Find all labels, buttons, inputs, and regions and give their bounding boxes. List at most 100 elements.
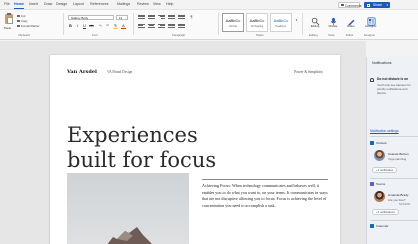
line-spacing-icon[interactable] (178, 24, 185, 28)
style-name: Normal (229, 25, 237, 28)
style-sample: AaBbCc (273, 18, 289, 23)
do-not-disturb-title: Do not disturb is on (377, 77, 409, 81)
font-color-button[interactable]: A (121, 23, 126, 29)
document-page[interactable]: Van Arsdel VA Brand Design Power & Simpl… (50, 55, 340, 244)
style-sample: AaBbCc (225, 18, 241, 23)
group-divider (218, 13, 219, 35)
strikethrough-button[interactable]: ab (89, 23, 94, 28)
paste-label: Paste (4, 26, 12, 30)
tab-review[interactable]: Review (137, 2, 149, 7)
show-formatting-marks-button[interactable]: ¶ (189, 14, 194, 19)
tab-design[interactable]: Design (56, 2, 67, 7)
clipboard-sheet (7, 17, 13, 24)
tab-help[interactable]: Help (166, 2, 173, 7)
group-label-designer: Designer (364, 33, 376, 37)
italic-button[interactable]: I (75, 23, 80, 28)
share-icon (367, 3, 370, 7)
copy-button[interactable]: Copy (17, 19, 28, 23)
body-divider (202, 179, 328, 180)
share-button[interactable]: Share ▾ (364, 2, 390, 8)
style-normal[interactable]: AaBbCc Normal (222, 13, 244, 32)
group-label-font: Font (92, 33, 98, 37)
app-name: Outlook (376, 141, 387, 145)
page-tagline: Power & Simplicity (294, 70, 323, 74)
notification-settings-link[interactable]: Notification settings (370, 129, 399, 133)
bullets-icon[interactable] (138, 15, 145, 19)
tab-view[interactable]: View (153, 2, 161, 7)
chevron-down-icon[interactable]: ▾ (386, 2, 388, 8)
paste-button[interactable] (4, 13, 14, 25)
tab-draw[interactable]: Draw (44, 2, 52, 7)
highlight-color-button[interactable]: ✎ (113, 23, 118, 29)
tab-references[interactable]: References (90, 2, 108, 7)
headline-line-1: Experiences (67, 123, 198, 147)
teams-icon (370, 182, 374, 186)
more-notifications-pill[interactable]: +1 notification (372, 167, 398, 173)
microphone-icon (329, 13, 338, 26)
justify-icon[interactable] (168, 24, 175, 28)
tab-layout[interactable]: Layout (73, 2, 84, 7)
avatar (374, 191, 385, 202)
more-notifications-pill[interactable]: +2 notifications (372, 209, 399, 215)
font-name-dropdown[interactable]: Gallery Body (68, 15, 114, 20)
numbering-icon[interactable] (148, 15, 155, 19)
page-headline: Experiences built for focus (67, 123, 216, 173)
cover-photo[interactable] (67, 173, 189, 244)
style-no-spacing[interactable]: AaBbCc No Spacing (246, 13, 268, 32)
app-name: Teams (376, 182, 386, 186)
style-name: Heading 1 (275, 25, 287, 28)
decrease-indent-icon[interactable] (168, 15, 175, 19)
comments-button[interactable]: Comments (338, 2, 362, 8)
editor-button[interactable]: Editor (342, 13, 360, 28)
message-preview: Are you free? (388, 198, 406, 202)
panel-title: Notifications (372, 61, 392, 65)
increase-indent-icon[interactable] (178, 15, 185, 19)
subscript-button[interactable]: x₂ (98, 23, 103, 28)
app-header-calendar[interactable]: Calendar (370, 224, 389, 228)
superscript-button[interactable]: x² (105, 23, 110, 28)
format-painter-button[interactable]: Format Painter (17, 24, 40, 28)
magnifier-icon (311, 13, 320, 26)
format-painter-label: Format Painter (21, 24, 40, 28)
bell-icon (370, 78, 374, 82)
group-label-paragraph: Paragraph (172, 33, 186, 37)
copy-icon (17, 19, 20, 22)
body-paragraph[interactable]: Achieving Focus: When technology communi… (202, 183, 328, 209)
align-right-icon[interactable] (158, 24, 165, 28)
underline-button[interactable]: U (82, 23, 87, 28)
align-left-icon[interactable] (138, 24, 145, 28)
app-name: Calendar (376, 224, 389, 228)
style-heading-1[interactable]: AaBbCc Heading 1 (270, 13, 292, 32)
notifications-panel: Notifications Do not disturb is on You'l… (366, 57, 418, 244)
comments-label: Comments (345, 4, 362, 8)
designer-button[interactable]: Designer (362, 13, 380, 28)
brush-icon (17, 24, 20, 27)
style-sample: AaBbCc (249, 18, 265, 23)
group-label-editing: Editing (309, 33, 318, 37)
tab-home[interactable]: Home (14, 2, 24, 9)
multilevel-list-icon[interactable] (158, 15, 165, 19)
cut-button[interactable]: Cut (17, 14, 25, 18)
group-divider (302, 13, 303, 35)
section-divider (370, 178, 418, 179)
align-center-icon[interactable] (148, 24, 155, 28)
bold-button[interactable]: B (68, 23, 73, 28)
editor-pen-icon (347, 13, 356, 26)
calendar-icon (370, 224, 374, 228)
tab-mailings[interactable]: Mailings (117, 2, 130, 7)
tab-insert[interactable]: Insert (29, 2, 38, 7)
dictate-button[interactable]: Dictate (324, 13, 342, 28)
share-label: Share (373, 3, 383, 7)
avatar (374, 150, 385, 161)
page-subtitle: VA Brand Design (107, 70, 133, 74)
app-header-outlook[interactable]: Outlook (370, 141, 387, 145)
styles-more-chevron-icon[interactable]: ▾ (294, 18, 299, 23)
group-label-voice: Voice (328, 33, 335, 37)
message-preview: Yoga planning (388, 157, 407, 161)
tab-file[interactable]: File (4, 2, 10, 7)
font-size-dropdown[interactable]: 11 (116, 15, 128, 20)
editing-button[interactable]: Editing (306, 13, 324, 28)
document-canvas[interactable]: Van Arsdel VA Brand Design Power & Simpl… (0, 41, 366, 244)
app-header-teams[interactable]: Teams (370, 182, 385, 186)
cut-label: Cut (21, 14, 26, 18)
